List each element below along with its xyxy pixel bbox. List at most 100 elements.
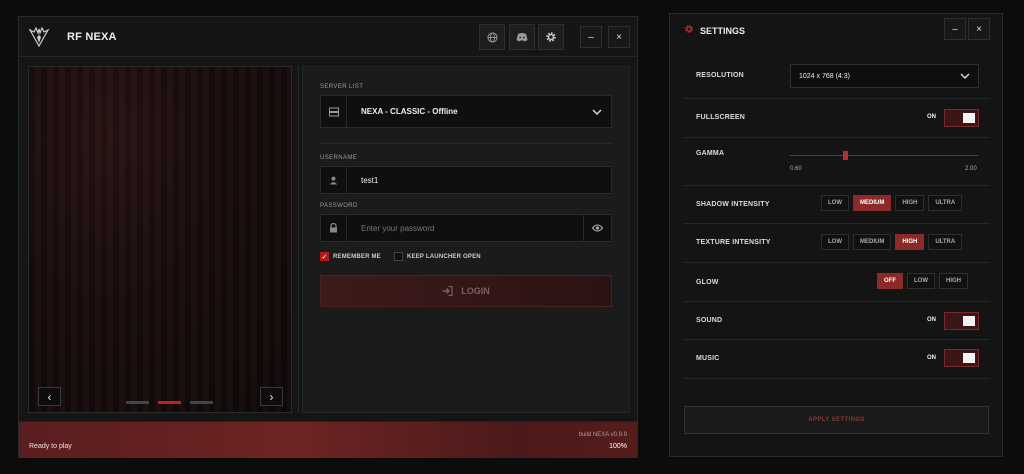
gamma-slider-handle[interactable] [843, 151, 848, 160]
app-title: RF NEXA [67, 30, 117, 43]
checkbox-unchecked-icon [394, 252, 403, 261]
remember-me-label: REMEMBER ME [333, 253, 381, 260]
resolution-label: RESOLUTION [696, 72, 744, 79]
login-label: LOGIN [461, 286, 490, 296]
minimize-icon: – [588, 31, 594, 43]
sound-toggle[interactable] [944, 312, 979, 330]
launcher-titlebar: RF NEXA – × [19, 17, 637, 57]
slider-dot[interactable] [126, 401, 149, 404]
texture-option[interactable]: LOW [821, 234, 849, 250]
chevron-right-icon: › [269, 389, 274, 404]
texture-option[interactable]: MEDIUM [853, 234, 892, 250]
resolution-select[interactable]: 1024 x 768 (4:3) [790, 64, 979, 88]
password-label: PASSWORD [320, 203, 358, 209]
panel-divider [298, 66, 299, 413]
music-row: MUSIC ON [684, 340, 990, 379]
texture-row: TEXTURE INTENSITY LOW MEDIUM HIGH ULTRA [684, 224, 990, 263]
slider-dot-active[interactable] [158, 401, 181, 404]
slider-prev-button[interactable]: ‹ [38, 387, 61, 406]
sign-in-icon [442, 286, 453, 296]
build-version: build NEXA v0.9.9 [578, 432, 627, 438]
slider-dot[interactable] [190, 401, 213, 404]
gamma-slider-track[interactable] [790, 155, 978, 156]
shadow-option[interactable]: HIGH [895, 195, 925, 211]
user-icon [321, 167, 347, 193]
texture-option[interactable]: ULTRA [928, 234, 963, 250]
gamma-label: GAMMA [696, 150, 725, 157]
fullscreen-label: FULLSCREEN [696, 114, 746, 121]
music-label: MUSIC [696, 355, 720, 362]
slider-next-button[interactable]: › [260, 387, 283, 406]
progress-percent: 100% [609, 443, 627, 450]
minimize-icon: – [952, 23, 958, 35]
shadow-label: SHADOW INTENSITY [696, 201, 770, 208]
shadow-row: SHADOW INTENSITY LOW MEDIUM HIGH ULTRA [684, 186, 990, 224]
close-icon: × [976, 23, 982, 35]
chevron-down-icon [583, 96, 611, 127]
chevron-left-icon: ‹ [47, 389, 52, 404]
apply-settings-button[interactable]: APPLY SETTINGS [684, 406, 989, 434]
settings-button[interactable] [538, 24, 564, 50]
toggle-knob [963, 353, 975, 363]
settings-header: SETTINGS [684, 24, 745, 37]
glow-option-selected[interactable]: OFF [877, 273, 903, 289]
globe-icon [486, 31, 498, 43]
gear-icon [684, 24, 694, 37]
remember-me-checkbox[interactable]: ✓ REMEMBER ME [320, 252, 381, 261]
fullscreen-toggle[interactable] [944, 109, 979, 127]
login-button[interactable]: LOGIN [320, 275, 612, 307]
shadow-option[interactable]: ULTRA [928, 195, 963, 211]
keep-open-label: KEEP LAUNCHER OPEN [407, 253, 481, 260]
news-slider: ‹ › [28, 66, 292, 413]
close-button[interactable]: × [608, 26, 630, 48]
glow-option[interactable]: LOW [907, 273, 935, 289]
settings-window: SETTINGS – × RESOLUTION 1024 x 768 (4:3)… [669, 13, 1003, 457]
sound-state: ON [927, 317, 936, 323]
server-value: NEXA - CLASSIC - Offline [361, 107, 458, 116]
sound-label: SOUND [696, 317, 723, 324]
shadow-option-selected[interactable]: MEDIUM [853, 195, 892, 211]
settings-title: SETTINGS [700, 25, 746, 36]
username-label: USERNAME [320, 155, 358, 161]
texture-options: LOW MEDIUM HIGH ULTRA [821, 234, 963, 250]
chevron-down-icon [960, 73, 970, 79]
launcher-window: RF NEXA – × ‹ › SERVER LIST NEXA - CLASS… [18, 16, 638, 458]
server-icon [321, 96, 347, 127]
discord-icon [516, 33, 528, 42]
toggle-knob [963, 113, 975, 123]
settings-minimize-button[interactable]: – [944, 18, 966, 40]
username-field[interactable]: test1 [320, 166, 612, 194]
password-placeholder: Enter your password [361, 223, 435, 233]
lock-icon [321, 215, 347, 241]
server-select[interactable]: NEXA - CLASSIC - Offline [320, 95, 612, 128]
settings-close-button[interactable]: × [968, 18, 990, 40]
login-form: SERVER LIST NEXA - CLASSIC - Offline USE… [302, 66, 630, 413]
shadow-option[interactable]: LOW [821, 195, 849, 211]
music-state: ON [927, 355, 936, 361]
glow-option[interactable]: HIGH [939, 273, 968, 289]
music-toggle[interactable] [944, 349, 979, 367]
shadow-options: LOW MEDIUM HIGH ULTRA [821, 195, 963, 211]
glow-row: GLOW OFF LOW HIGH [684, 263, 990, 302]
language-button[interactable] [479, 24, 505, 50]
gear-icon [546, 32, 556, 42]
gamma-max: 2.00 [965, 166, 977, 172]
toggle-knob [963, 316, 975, 326]
sound-row: SOUND ON [684, 302, 990, 340]
texture-label: TEXTURE INTENSITY [696, 239, 771, 246]
gamma-row: GAMMA [684, 138, 990, 186]
logo-icon [28, 26, 50, 48]
minimize-button[interactable]: – [580, 26, 602, 48]
progress-bar: Ready to play build NEXA v0.9.9 100% [19, 421, 637, 458]
username-value: test1 [361, 175, 379, 185]
texture-option-selected[interactable]: HIGH [895, 234, 925, 250]
fullscreen-state: ON [927, 114, 936, 120]
glow-options: OFF LOW HIGH [877, 273, 968, 289]
eye-icon[interactable] [583, 215, 611, 241]
resolution-value: 1024 x 768 (4:3) [799, 72, 850, 80]
fullscreen-row: FULLSCREEN ON [684, 99, 990, 138]
discord-button[interactable] [509, 24, 535, 50]
password-field[interactable]: Enter your password [320, 214, 612, 242]
keep-open-checkbox[interactable]: KEEP LAUNCHER OPEN [394, 252, 481, 261]
form-divider [320, 143, 612, 144]
